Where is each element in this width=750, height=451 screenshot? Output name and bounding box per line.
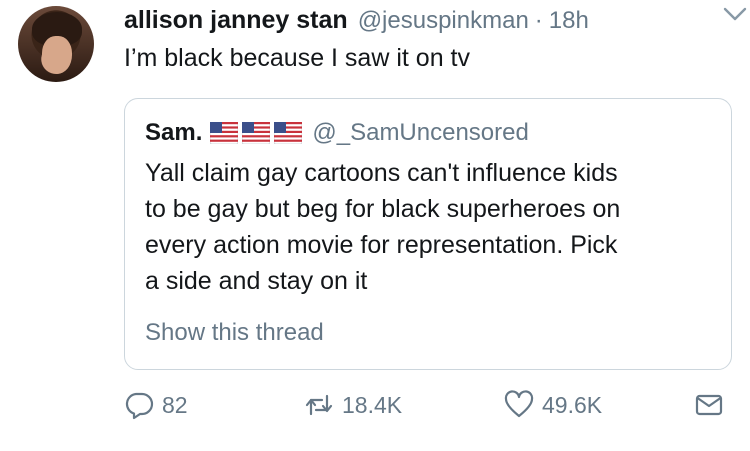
quoted-text-line: to be gay but beg for black superheroes … [145,195,621,223]
us-flag-icon [242,122,271,144]
tweet-header: allison janney stan @jesuspinkman · 18h [124,6,722,40]
quoted-text-line: every action movie for representation. P… [145,231,618,259]
retweet-button[interactable]: 18.4K [304,390,402,420]
us-flag-icon [274,122,303,144]
flag-emojis [210,122,303,144]
chevron-down-icon[interactable] [722,4,748,24]
retweet-count: 18.4K [342,391,403,418]
quoted-text-line: Yall claim gay cartoons can't influence … [145,159,618,187]
envelope-icon [695,394,723,416]
quoted-author-name: Sam. [145,119,203,146]
avatar[interactable] [18,6,94,82]
reply-count: 82 [162,391,188,418]
quoted-text-line: a side and stay on it [145,267,368,295]
tweet-actions: 82 18.4K 49.6K [124,390,734,430]
reply-button[interactable]: 82 [124,390,188,420]
retweet-icon [305,394,333,416]
author-name[interactable]: allison janney stan [124,6,348,35]
heart-icon [504,390,534,418]
direct-message-button[interactable] [694,390,732,420]
separator-dot: · [534,7,543,34]
avatar-face [42,36,72,74]
quoted-author-handle: @_SamUncensored [312,119,529,146]
quoted-tweet-text: Yall claim gay cartoons can't influence … [145,155,715,299]
quoted-tweet-card[interactable]: Sam. @_SamUncensored Yall claim gay cart… [124,98,732,370]
timestamp[interactable]: 18h [549,7,589,35]
like-button[interactable]: 49.6K [504,390,602,420]
quoted-tweet-header: Sam. @_SamUncensored [145,119,529,147]
us-flag-icon [210,122,239,144]
show-thread-link[interactable]: Show this thread [145,319,324,347]
tweet-text: I’m black because I saw it on tv [124,44,470,72]
like-count: 49.6K [542,391,603,418]
reply-icon [125,392,154,420]
author-handle[interactable]: @jesuspinkman [358,7,529,35]
